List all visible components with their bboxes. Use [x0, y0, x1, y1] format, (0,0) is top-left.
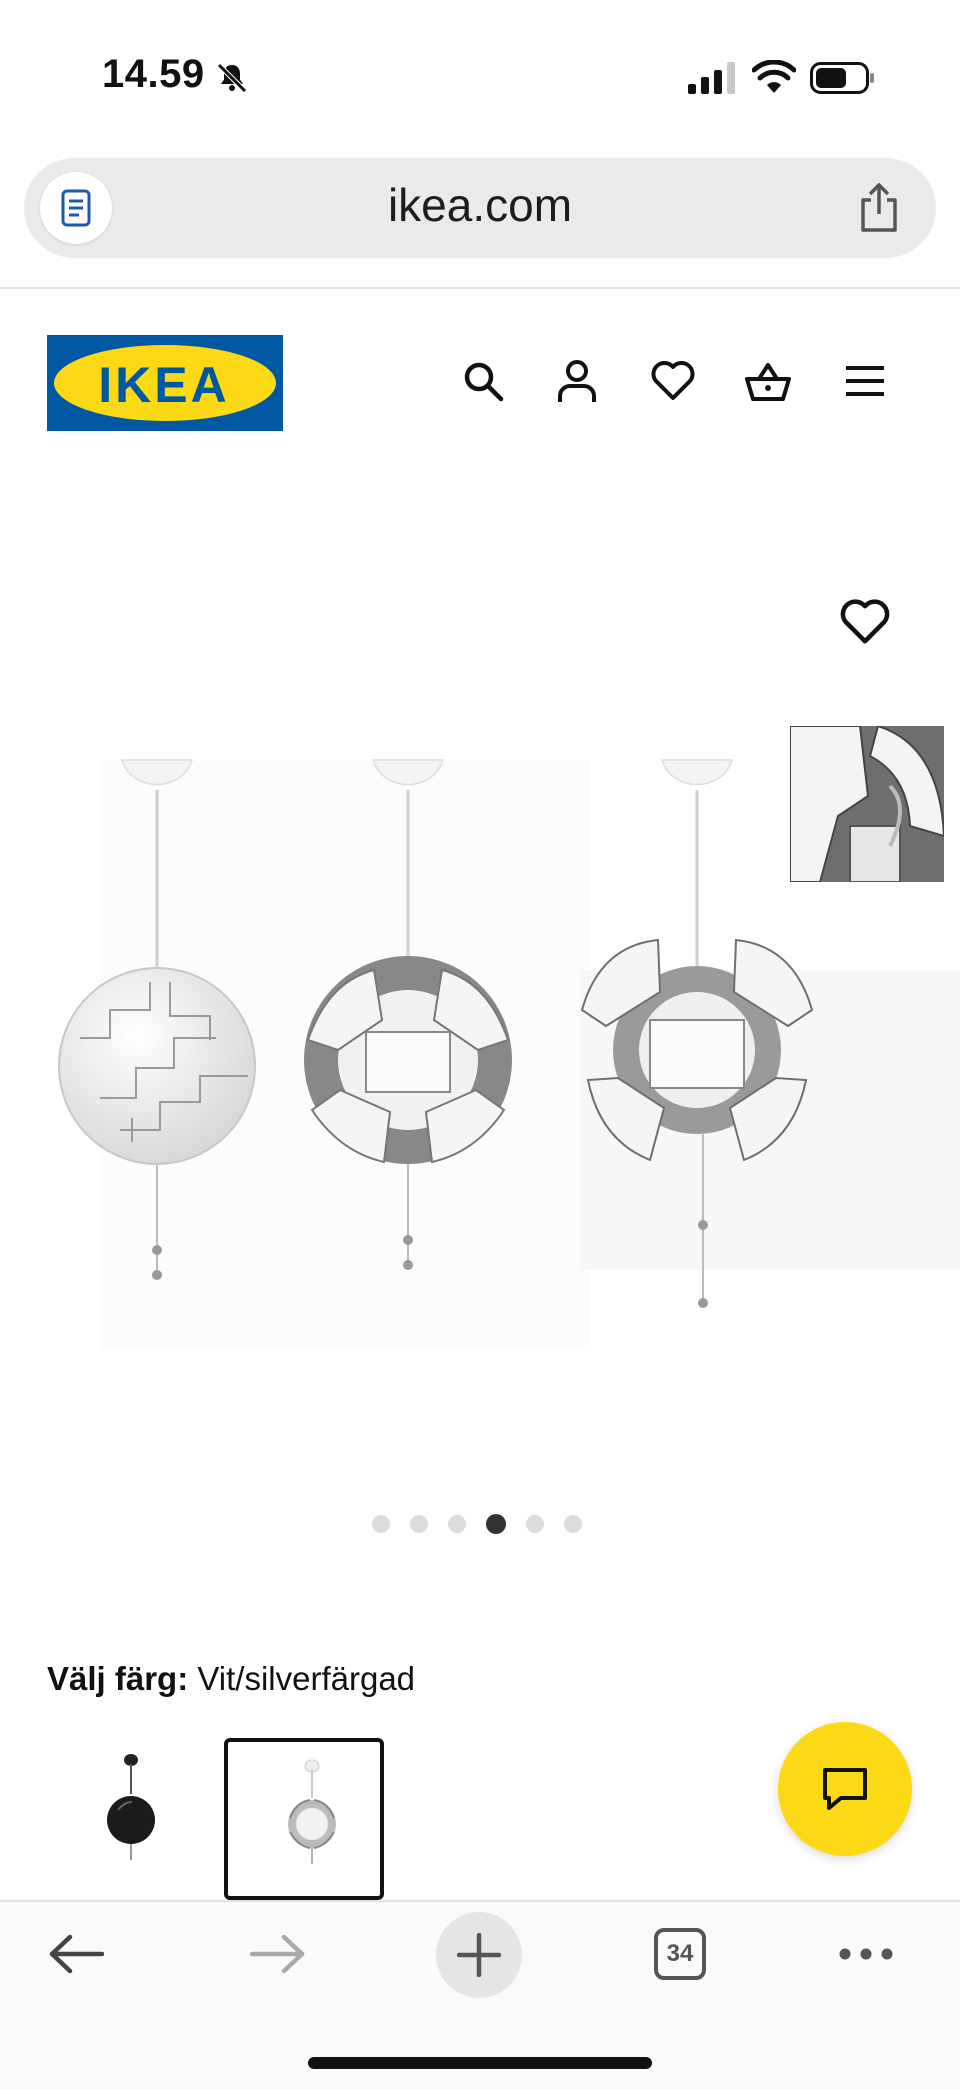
profile-button[interactable] [552, 356, 602, 406]
ellipsis-icon [839, 1948, 893, 1960]
chat-bubble-icon [823, 1768, 867, 1810]
add-to-favourites-heart-icon[interactable] [839, 596, 891, 648]
status-time: 14.59 [102, 52, 205, 96]
tab-switcher-button[interactable]: 34 [654, 1928, 706, 1980]
share-icon[interactable] [856, 182, 902, 234]
wifi-icon [752, 60, 796, 93]
url-text[interactable]: ikea.com [0, 178, 960, 232]
user-icon [558, 360, 596, 402]
color-picker-label: Välj färg: Vit/silverfärgad [47, 1660, 415, 1698]
gallery-dot[interactable] [526, 1515, 544, 1533]
search-button[interactable] [458, 356, 508, 406]
selected-color: Vit/silverfärgad [197, 1660, 416, 1697]
gallery-pagination[interactable] [372, 1514, 582, 1534]
gallery-dot-active[interactable] [486, 1514, 506, 1534]
favourites-button[interactable] [648, 356, 698, 406]
gallery-dot[interactable] [372, 1515, 390, 1533]
forward-button[interactable] [248, 1924, 308, 1984]
arrow-left-icon [49, 1934, 104, 1974]
bell-muted-icon [217, 63, 247, 93]
more-options-button[interactable] [836, 1924, 896, 1984]
chat-button[interactable] [778, 1722, 912, 1856]
basket-icon [745, 363, 791, 401]
cart-button[interactable] [743, 356, 793, 406]
color-label-title: Välj färg: [47, 1660, 189, 1697]
detail-thumbnail[interactable] [790, 726, 944, 882]
back-button[interactable] [46, 1924, 106, 1984]
svg-text:IKEA: IKEA [98, 357, 229, 413]
color-swatch-black[interactable] [52, 1738, 212, 1900]
gallery-dot[interactable] [564, 1515, 582, 1533]
ikea-logo[interactable]: IKEA [47, 335, 283, 431]
plus-icon [457, 1933, 501, 1977]
home-indicator [308, 2057, 652, 2069]
gallery-dot[interactable] [410, 1515, 428, 1533]
gallery-dot[interactable] [448, 1515, 466, 1533]
cellular-signal-icon [688, 62, 735, 94]
heart-icon [651, 361, 695, 400]
divider [0, 287, 960, 289]
battery-icon [810, 62, 874, 94]
arrow-right-icon [250, 1934, 305, 1974]
new-tab-button[interactable] [436, 1912, 522, 1998]
color-swatch-white-silver[interactable] [224, 1738, 384, 1900]
hamburger-icon [846, 366, 884, 396]
menu-button[interactable] [840, 356, 890, 406]
search-icon [464, 362, 504, 402]
